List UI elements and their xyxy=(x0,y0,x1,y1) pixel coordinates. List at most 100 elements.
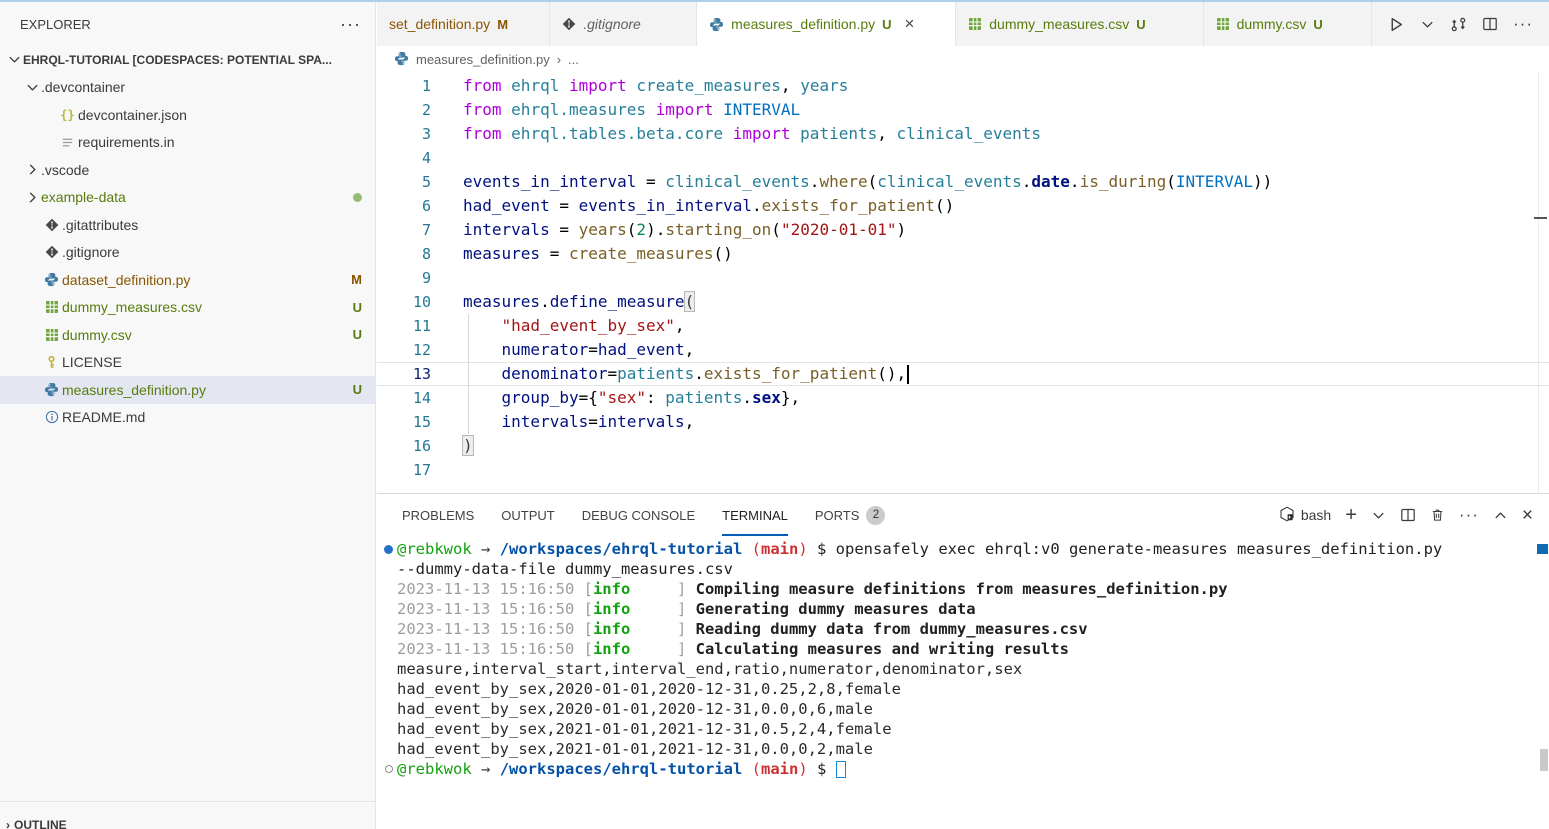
chevron-right-icon xyxy=(25,162,40,177)
tab-set-definition-py[interactable]: set_definition.pyM xyxy=(377,2,550,46)
panel-tab-problems[interactable]: PROBLEMS xyxy=(402,494,474,536)
tree-item-requirements-in[interactable]: requirements.in xyxy=(0,129,375,157)
tree-item-label: dataset_definition.py xyxy=(62,272,351,288)
code-text: from ehrql import create_measures, years xyxy=(463,74,848,98)
tree-item-devcontainer-json[interactable]: {}devcontainer.json xyxy=(0,101,375,129)
panel-tab-label: DEBUG CONSOLE xyxy=(582,508,695,523)
code-line-15[interactable]: 15 intervals=intervals, xyxy=(377,410,1549,434)
tab-dummy-csv[interactable]: dummy.csvU xyxy=(1204,2,1372,46)
breadcrumb-file[interactable]: measures_definition.py xyxy=(416,52,550,67)
list-icon xyxy=(61,136,74,149)
breadcrumb[interactable]: measures_definition.py › ... xyxy=(377,46,1549,73)
python-icon xyxy=(394,51,409,66)
code-editor[interactable]: 1from ehrql import create_measures, year… xyxy=(377,73,1549,493)
terminal-scrollbar-thumb[interactable] xyxy=(1540,749,1548,771)
tree-item-label: LICENSE xyxy=(62,354,375,370)
code-text: from ehrql.tables.beta.core import patie… xyxy=(463,122,1041,146)
tree-item-label: dummy_measures.csv xyxy=(62,299,353,315)
code-line-16[interactable]: 16) xyxy=(377,434,1549,458)
code-line-9[interactable]: 9 xyxy=(377,266,1549,290)
code-line-7[interactable]: 7intervals = years(2).starting_on("2020-… xyxy=(377,218,1549,242)
git-icon xyxy=(562,17,576,31)
tree-item-example-data[interactable]: example-data xyxy=(0,184,375,212)
split-editor-button[interactable] xyxy=(1482,16,1498,32)
explorer-more-actions-icon[interactable]: ··· xyxy=(340,14,361,35)
line-number: 11 xyxy=(377,314,431,338)
tree-item-devcontainer[interactable]: .devcontainer xyxy=(0,74,375,102)
breadcrumb-separator: › xyxy=(557,52,561,67)
panel-tab-label: TERMINAL xyxy=(722,508,788,523)
new-terminal-button[interactable]: + xyxy=(1345,505,1357,525)
split-terminal-icon[interactable] xyxy=(1400,507,1416,523)
tree-item-label: .gitignore xyxy=(62,244,375,260)
kill-terminal-icon[interactable] xyxy=(1430,507,1445,523)
command-decoration-icon xyxy=(384,545,393,554)
code-line-1[interactable]: 1from ehrql import create_measures, year… xyxy=(377,74,1549,98)
tab-measures-definition-py[interactable]: measures_definition.pyU× xyxy=(697,2,956,46)
terminal-command-marker xyxy=(1537,544,1548,554)
tree-item-dummy-csv[interactable]: dummy.csvU xyxy=(0,321,375,349)
tab-dummy-measures-csv[interactable]: dummy_measures.csvU xyxy=(956,2,1203,46)
open-changes-icon xyxy=(1450,16,1467,33)
open-changes-button[interactable] xyxy=(1450,16,1467,33)
code-line-5[interactable]: 5events_in_interval = clinical_events.wh… xyxy=(377,170,1549,194)
launch-profile-chevron-icon[interactable] xyxy=(1371,508,1386,523)
editor-group: set_definition.pyM.gitignoremeasures_def… xyxy=(377,2,1549,829)
tree-item-dataset-definition-py[interactable]: dataset_definition.pyM xyxy=(0,266,375,294)
tree-item-readme-md[interactable]: README.md xyxy=(0,404,375,432)
code-line-13[interactable]: 13 denominator=patients.exists_for_patie… xyxy=(377,362,1549,386)
line-number: 14 xyxy=(377,386,431,410)
breadcrumb-more[interactable]: ... xyxy=(568,52,579,67)
panel-tab-output[interactable]: OUTPUT xyxy=(501,494,554,536)
git-status-badge: U xyxy=(353,327,362,342)
tab-label: dummy_measures.csv xyxy=(989,16,1129,32)
tree-item-label: example-data xyxy=(41,189,353,205)
close-panel-icon[interactable]: × xyxy=(1522,506,1533,525)
line-number: 3 xyxy=(377,122,431,146)
tree-item-license[interactable]: LICENSE xyxy=(0,349,375,377)
python-icon xyxy=(44,272,59,287)
tree-item-vscode[interactable]: .vscode xyxy=(0,156,375,184)
maximize-panel-icon[interactable] xyxy=(1493,508,1508,523)
code-line-6[interactable]: 6had_event = events_in_interval.exists_f… xyxy=(377,194,1549,218)
tree-item-measures-definition-py[interactable]: measures_definition.pyU xyxy=(0,376,375,404)
tree-item-label: EHRQL-TUTORIAL [CODESPACES: POTENTIAL SP… xyxy=(23,53,375,67)
info-icon xyxy=(45,410,59,424)
chevron-down-icon xyxy=(25,80,40,95)
close-tab-icon[interactable]: × xyxy=(905,14,915,34)
terminal-line: had_event_by_sex,2020-01-01,2020-12-31,0… xyxy=(380,679,1549,699)
run-button[interactable] xyxy=(1388,16,1405,33)
csv-icon xyxy=(45,300,59,314)
panel-tab-debug-console[interactable]: DEBUG CONSOLE xyxy=(582,494,695,536)
panel-more-actions-icon[interactable]: ··· xyxy=(1459,505,1479,525)
code-line-3[interactable]: 3 from ehrql.tables.beta.core import pati… xyxy=(377,122,1549,146)
code-line-17[interactable]: 17 xyxy=(377,458,1549,482)
trash-icon xyxy=(1430,507,1445,523)
code-line-8[interactable]: 8measures = create_measures() xyxy=(377,242,1549,266)
code-line-4[interactable]: 4 xyxy=(377,146,1549,170)
editor-more-actions-icon[interactable]: ··· xyxy=(1513,14,1533,34)
tree-item-label: dummy.csv xyxy=(62,327,353,343)
explorer-sidebar: EXPLORER ··· EHRQL-TUTORIAL [CODESPACES:… xyxy=(0,2,376,829)
panel-tab-terminal[interactable]: TERMINAL xyxy=(722,494,788,536)
tree-item-dummy-measures-csv[interactable]: dummy_measures.csvU xyxy=(0,294,375,322)
terminal-shell-button[interactable]: bash xyxy=(1279,506,1331,525)
ports-count-badge: 2 xyxy=(866,506,885,525)
window-active-border xyxy=(0,0,1549,2)
shell-label: bash xyxy=(1301,507,1331,523)
explorer-header: EXPLORER ··· xyxy=(0,2,375,46)
run-dropdown[interactable] xyxy=(1420,17,1435,32)
code-line-10[interactable]: 10measures.define_measure( xyxy=(377,290,1549,314)
terminal-output[interactable]: @rebkwok → /workspaces/ehrql-tutorial (m… xyxy=(377,536,1549,829)
panel-tab-ports[interactable]: PORTS2 xyxy=(815,494,886,536)
tree-item-ehrql-tutorial-codespaces-potential-spa[interactable]: EHRQL-TUTORIAL [CODESPACES: POTENTIAL SP… xyxy=(0,46,375,74)
panel-tab-label: PROBLEMS xyxy=(402,508,474,523)
outline-section[interactable]: › OUTLINE xyxy=(0,801,375,829)
tree-item-gitignore[interactable]: .gitignore xyxy=(0,239,375,267)
code-line-12[interactable]: 12 numerator=had_event, xyxy=(377,338,1549,362)
code-line-2[interactable]: 2from ehrql.measures import INTERVAL xyxy=(377,98,1549,122)
tree-item-gitattributes[interactable]: .gitattributes xyxy=(0,211,375,239)
tab-gitignore[interactable]: .gitignore xyxy=(550,2,697,46)
code-line-14[interactable]: 14 group_by={"sex": patients.sex}, xyxy=(377,386,1549,410)
code-line-11[interactable]: 11 "had_event_by_sex", xyxy=(377,314,1549,338)
